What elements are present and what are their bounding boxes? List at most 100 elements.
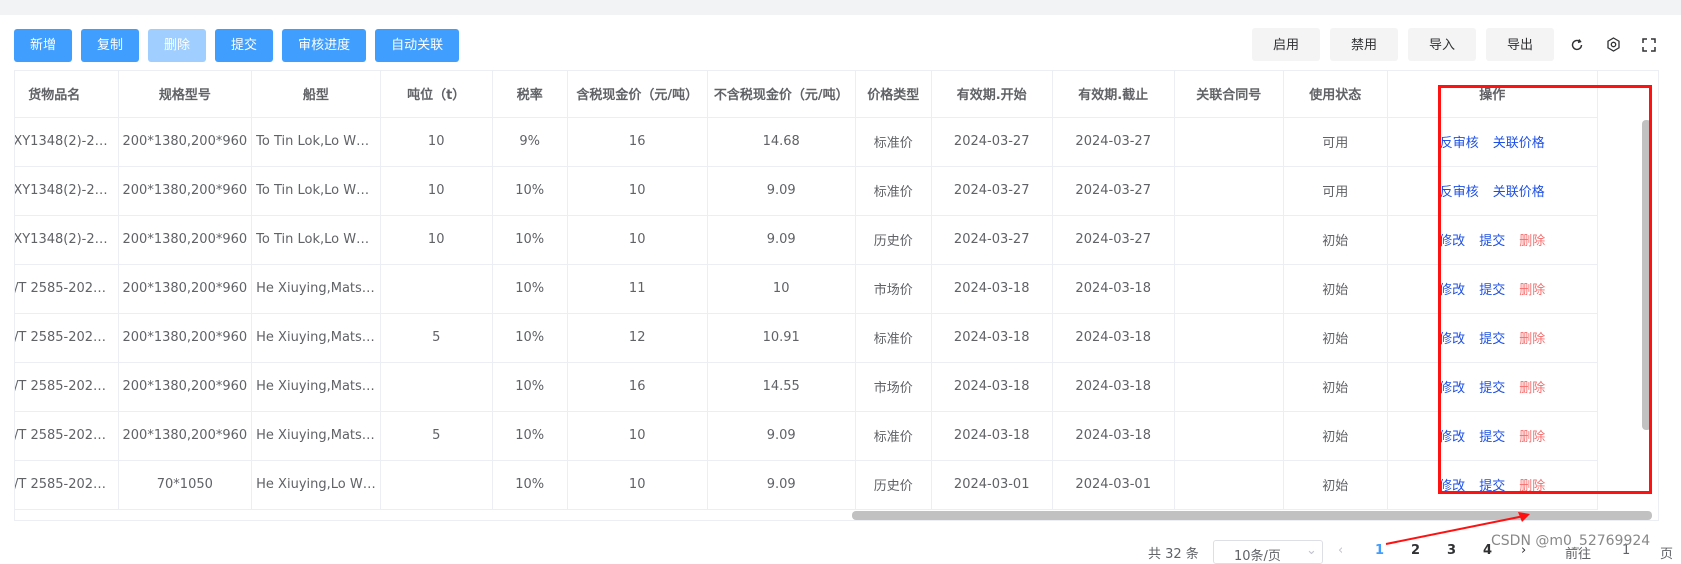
cell-price-excl-tax: 9.09 [707, 215, 856, 265]
cell-tax-rate: 10% [492, 215, 568, 265]
page-size-select[interactable]: 10条/页 ⌄ [1213, 540, 1323, 564]
cell-price-incl-tax: 16 [567, 117, 708, 167]
cell-price-type: 市场价 [855, 362, 932, 412]
cell-price-type: 标准价 [855, 117, 932, 167]
cell-contract-no [1174, 313, 1284, 363]
cell-tax-rate: 10% [492, 264, 568, 314]
table-row: GB/T 2585-202…200*1380,200*960He Xiuying… [15, 313, 1598, 363]
review-progress-button[interactable]: 审核进度 [282, 29, 367, 62]
enable-button[interactable]: 启用 [1252, 28, 1320, 61]
cell-valid-end: 2024-03-18 [1052, 362, 1175, 412]
cell-ship-type: He Xiuying,Mats… [251, 362, 381, 412]
page-number-1[interactable]: 1 [1375, 543, 1384, 558]
disable-button[interactable]: 禁用 [1330, 28, 1398, 61]
auto-link-button[interactable]: 自动关联 [375, 29, 460, 62]
cell-contract-no [1174, 362, 1284, 412]
cell-goods-name: GB/T 2585-202… [15, 460, 119, 510]
cell-price-incl-tax: 10 [567, 215, 708, 265]
cell-valid-end: 2024-03-27 [1052, 166, 1175, 216]
cell-goods-name: GB/T 2585-202… [15, 362, 119, 412]
cell-contract-no [1174, 460, 1284, 510]
cell-goods-name: GB/T 2585-202… [15, 313, 119, 363]
highlight-box [1438, 85, 1652, 494]
cell-tax-rate: 9% [492, 117, 568, 167]
cell-valid-end: 2024-03-27 [1052, 215, 1175, 265]
cell-tonnage: 5 [380, 411, 493, 461]
cell-tax-rate: 10% [492, 460, 568, 510]
pagination: 共 32 条 10条/页 ⌄ ‹ 1 2 3 4 › 前往 1 页 [0, 540, 1681, 564]
cell-valid-end: 2024-03-18 [1052, 264, 1175, 314]
cell-price-type: 标准价 [855, 411, 932, 461]
cell-tonnage: 10 [380, 166, 493, 216]
cell-price-incl-tax: 16 [567, 362, 708, 412]
cell-tonnage [380, 460, 493, 510]
cell-goods-name: GSXY1348(2)-2… [15, 117, 119, 167]
add-button[interactable]: 新增 [14, 29, 73, 62]
cell-status: 可用 [1283, 166, 1388, 216]
cell-valid-start: 2024-03-18 [931, 313, 1053, 363]
table-row: GB/T 2585-202…200*1380,200*960He Xiuying… [15, 411, 1598, 461]
cell-contract-no [1174, 215, 1284, 265]
cell-ship-type: To Tin Lok,Lo W… [251, 166, 381, 216]
col-header: 含税现金价（元/吨） [567, 71, 708, 118]
cell-tax-rate: 10% [492, 166, 568, 216]
watermark: CSDN @m0_52769924 [1491, 533, 1651, 549]
col-header: 使用状态 [1283, 71, 1388, 118]
cell-price-type: 标准价 [855, 313, 932, 363]
copy-button[interactable]: 复制 [81, 29, 140, 62]
pagination-total: 共 32 条 [1148, 547, 1199, 562]
cell-price-excl-tax: 9.09 [707, 411, 856, 461]
cell-spec: 70*1050 [118, 460, 253, 510]
cell-price-type: 市场价 [855, 264, 932, 314]
toolbar-right: 启用 禁用 导入 导出 [1252, 28, 1662, 61]
cell-spec: 200*1380,200*960 [118, 117, 253, 167]
cell-spec: 200*1380,200*960 [118, 313, 253, 363]
col-header: 规格型号 [118, 71, 253, 118]
cell-status: 初始 [1283, 362, 1388, 412]
refresh-icon[interactable] [1564, 32, 1590, 58]
cell-price-type: 标准价 [855, 166, 932, 216]
col-header: 货物品名 [15, 71, 119, 118]
cell-price-type: 历史价 [855, 215, 932, 265]
cell-price-excl-tax: 14.68 [707, 117, 856, 167]
cell-contract-no [1174, 117, 1284, 167]
cell-valid-start: 2024-03-27 [931, 117, 1053, 167]
cell-valid-start: 2024-03-01 [931, 460, 1053, 510]
cell-status: 可用 [1283, 117, 1388, 167]
cell-status: 初始 [1283, 411, 1388, 461]
cell-goods-name: GB/T 2585-202… [15, 264, 119, 314]
cell-contract-no [1174, 166, 1284, 216]
page-number-2[interactable]: 2 [1411, 543, 1420, 558]
prev-page-icon[interactable]: ‹ [1338, 543, 1343, 558]
cell-status: 初始 [1283, 215, 1388, 265]
cell-valid-end: 2024-03-01 [1052, 460, 1175, 510]
export-button[interactable]: 导出 [1486, 28, 1554, 61]
page-number-3[interactable]: 3 [1447, 543, 1456, 558]
cell-price-incl-tax: 10 [567, 166, 708, 216]
delete-button[interactable]: 删除 [148, 29, 207, 62]
cell-tax-rate: 10% [492, 313, 568, 363]
cell-ship-type: He Xiuying,Mats… [251, 264, 381, 314]
cell-valid-start: 2024-03-18 [931, 264, 1053, 314]
cell-ship-type: He Xiuying,Lo W… [251, 460, 381, 510]
cell-price-incl-tax: 11 [567, 264, 708, 314]
settings-icon[interactable] [1600, 32, 1626, 58]
table-row: GSXY1348(2)-2…200*1380,200*960To Tin Lok… [15, 215, 1598, 265]
cell-spec: 200*1380,200*960 [118, 215, 253, 265]
fullscreen-icon[interactable] [1636, 32, 1662, 58]
cell-price-excl-tax: 9.09 [707, 460, 856, 510]
top-strip [0, 0, 1681, 15]
table-row: GB/T 2585-202…200*1380,200*960He Xiuying… [15, 362, 1598, 412]
cell-valid-end: 2024-03-18 [1052, 313, 1175, 363]
cell-price-excl-tax: 10.91 [707, 313, 856, 363]
submit-button[interactable]: 提交 [215, 29, 274, 62]
col-header: 不含税现金价（元/吨） [707, 71, 856, 118]
import-button[interactable]: 导入 [1408, 28, 1476, 61]
table-header-row: 货物品名 规格型号 船型 吨位（t） 税率 含税现金价（元/吨） 不含税现金价（… [15, 71, 1598, 118]
cell-tax-rate: 10% [492, 362, 568, 412]
cell-status: 初始 [1283, 264, 1388, 314]
cell-spec: 200*1380,200*960 [118, 411, 253, 461]
cell-tonnage [380, 362, 493, 412]
cell-tax-rate: 10% [492, 411, 568, 461]
col-header: 价格类型 [855, 71, 932, 118]
